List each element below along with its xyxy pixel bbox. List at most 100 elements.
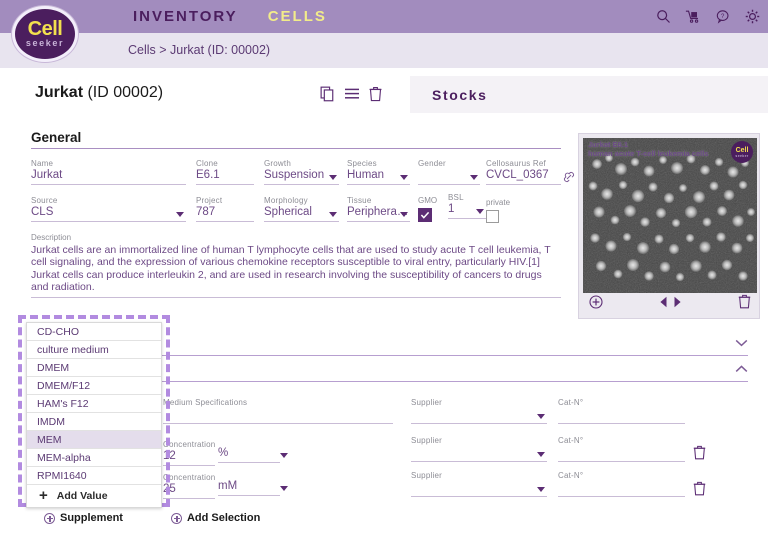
- nav-item-inventory[interactable]: INVENTORY: [133, 8, 238, 25]
- gmo-checkbox[interactable]: [418, 208, 432, 222]
- image-caption-line-1: Jurkat E6.1: [588, 140, 629, 149]
- field-gmo[interactable]: GMO: [418, 196, 437, 222]
- cell-image[interactable]: Jurkat E6.1 human acute T-cell leukemia …: [583, 138, 757, 293]
- medium-dropdown-list[interactable]: CD-CHO culture medium DMEM DMEM/F12 HAM'…: [26, 322, 162, 508]
- field-supplier-1[interactable]: Supplier: [411, 398, 547, 424]
- field-species-label: Species: [347, 159, 377, 168]
- help-icon[interactable]: ?: [715, 9, 731, 24]
- field-catalog-number-2-underline: [558, 461, 685, 462]
- field-species[interactable]: Species Human: [347, 159, 410, 185]
- chevron-down-icon[interactable]: [280, 486, 288, 491]
- field-concentration-1[interactable]: Concentration 12: [163, 440, 215, 466]
- field-tissue[interactable]: Tissue Peripheral ...: [347, 196, 410, 222]
- field-unit-2[interactable]: mM: [218, 479, 288, 496]
- image-caption-line-2: human acute T-cell leukemia cells: [588, 149, 709, 158]
- field-description[interactable]: Description Jurkat cells are an immortal…: [31, 233, 561, 298]
- field-catalog-number-3[interactable]: Cat-N°: [558, 471, 685, 497]
- field-name[interactable]: Name Jurkat: [31, 159, 186, 185]
- chevron-down-icon[interactable]: [470, 175, 478, 180]
- supplement-button-label: Supplement: [60, 512, 123, 524]
- field-cellosaurus-ref-value: CVCL_0367: [486, 169, 549, 181]
- chevron-down-icon[interactable]: [329, 175, 337, 180]
- dropdown-option-hams-f12[interactable]: HAM's F12: [27, 395, 161, 413]
- delete-row-3-icon[interactable]: [693, 481, 706, 501]
- field-unit-1[interactable]: %: [218, 446, 288, 463]
- chevron-down-icon[interactable]: [329, 212, 337, 217]
- image-panel-controls: [583, 293, 757, 315]
- private-checkbox[interactable]: [486, 210, 499, 223]
- field-cellosaurus-ref[interactable]: Cellosaurus Ref CVCL_0367: [486, 159, 575, 185]
- record-action-icons: [320, 86, 382, 107]
- field-supplier-2[interactable]: Supplier: [411, 436, 547, 462]
- chevron-down-icon[interactable]: [400, 175, 408, 180]
- next-image-icon[interactable]: [673, 295, 682, 313]
- cell-image-panel: Jurkat E6.1 human acute T-cell leukemia …: [578, 133, 760, 319]
- field-project[interactable]: Project 787: [196, 196, 254, 222]
- field-catalog-number-2-value: [558, 446, 685, 458]
- field-clone-label: Clone: [196, 159, 218, 168]
- field-catalog-number-1-underline: [558, 423, 685, 424]
- app-logo[interactable]: Cell seeker: [12, 6, 78, 62]
- dropdown-option-cd-cho[interactable]: CD-CHO: [27, 323, 161, 341]
- chevron-up-icon[interactable]: [735, 364, 748, 374]
- add-image-icon[interactable]: [589, 294, 603, 314]
- link-icon[interactable]: [563, 170, 575, 188]
- field-supplier-2-value: [411, 446, 547, 458]
- dropdown-option-culture-medium[interactable]: culture medium: [27, 341, 161, 359]
- gear-icon[interactable]: [745, 9, 760, 24]
- field-gender[interactable]: Gender: [418, 159, 480, 185]
- chevron-down-icon[interactable]: [537, 452, 545, 457]
- dropdown-option-dmem[interactable]: DMEM: [27, 359, 161, 377]
- field-bsl[interactable]: BSL 1: [448, 193, 486, 219]
- tab-stocks[interactable]: Stocks: [410, 76, 768, 113]
- field-source-value: CLS: [31, 206, 54, 218]
- field-morphology-label: Morphology: [264, 196, 308, 205]
- chevron-down-icon[interactable]: [476, 209, 484, 214]
- field-catalog-number-1[interactable]: Cat-N°: [558, 398, 685, 424]
- field-concentration-2-label: Concentration: [163, 473, 216, 482]
- section-title-general: General: [31, 130, 82, 145]
- field-source[interactable]: Source CLS: [31, 196, 186, 222]
- breadcrumb[interactable]: Cells > Jurkat (ID: 00002): [128, 43, 270, 57]
- svg-text:?: ?: [721, 13, 725, 20]
- field-growth[interactable]: Growth Suspension: [264, 159, 339, 185]
- field-clone[interactable]: Clone E6.1: [196, 159, 254, 185]
- delete-icon[interactable]: [369, 86, 382, 107]
- delete-row-2-icon[interactable]: [693, 445, 706, 465]
- dropdown-option-imdm[interactable]: IMDM: [27, 413, 161, 431]
- field-unit-1-underline: [218, 462, 280, 463]
- field-supplier-3[interactable]: Supplier: [411, 471, 547, 497]
- field-concentration-2[interactable]: Concentration 25: [163, 473, 215, 499]
- dropdown-add-value-button[interactable]: + Add Value: [27, 485, 161, 507]
- search-icon[interactable]: [656, 9, 671, 24]
- field-concentration-1-underline: [163, 465, 215, 466]
- field-medium-specifications[interactable]: Medium Specifications: [163, 398, 393, 424]
- top-icon-group: ?: [656, 9, 760, 24]
- field-private[interactable]: private: [486, 198, 510, 223]
- dropdown-option-rpmi1640[interactable]: RPMI1640: [27, 467, 161, 485]
- cart-icon[interactable]: [685, 9, 701, 24]
- list-icon[interactable]: [344, 86, 360, 107]
- chevron-down-icon[interactable]: [280, 453, 288, 458]
- logo-line-1: Cell: [27, 17, 63, 40]
- prev-image-icon[interactable]: [659, 295, 668, 313]
- chevron-down-icon[interactable]: [537, 487, 545, 492]
- field-catalog-number-2[interactable]: Cat-N°: [558, 436, 685, 462]
- delete-image-icon[interactable]: [738, 294, 751, 314]
- field-gender-label: Gender: [418, 159, 446, 168]
- field-catalog-number-2-label: Cat-N°: [558, 436, 584, 445]
- chevron-down-icon[interactable]: [735, 338, 748, 348]
- dropdown-option-dmem-f12[interactable]: DMEM/F12: [27, 377, 161, 395]
- field-morphology[interactable]: Morphology Spherical: [264, 196, 339, 222]
- chevron-down-icon[interactable]: [400, 212, 408, 217]
- record-title-bar: Jurkat (ID 00002) Stocks: [10, 76, 768, 113]
- add-selection-button[interactable]: Add Selection: [170, 512, 260, 524]
- plus-circle-icon: [170, 512, 182, 524]
- dropdown-option-mem[interactable]: MEM: [27, 431, 161, 449]
- dropdown-option-mem-alpha[interactable]: MEM-alpha: [27, 449, 161, 467]
- copy-icon[interactable]: [320, 86, 335, 107]
- chevron-down-icon[interactable]: [176, 212, 184, 217]
- nav-item-cells[interactable]: CELLS: [268, 8, 327, 25]
- chevron-down-icon[interactable]: [537, 414, 545, 419]
- supplement-button[interactable]: Supplement: [44, 512, 123, 524]
